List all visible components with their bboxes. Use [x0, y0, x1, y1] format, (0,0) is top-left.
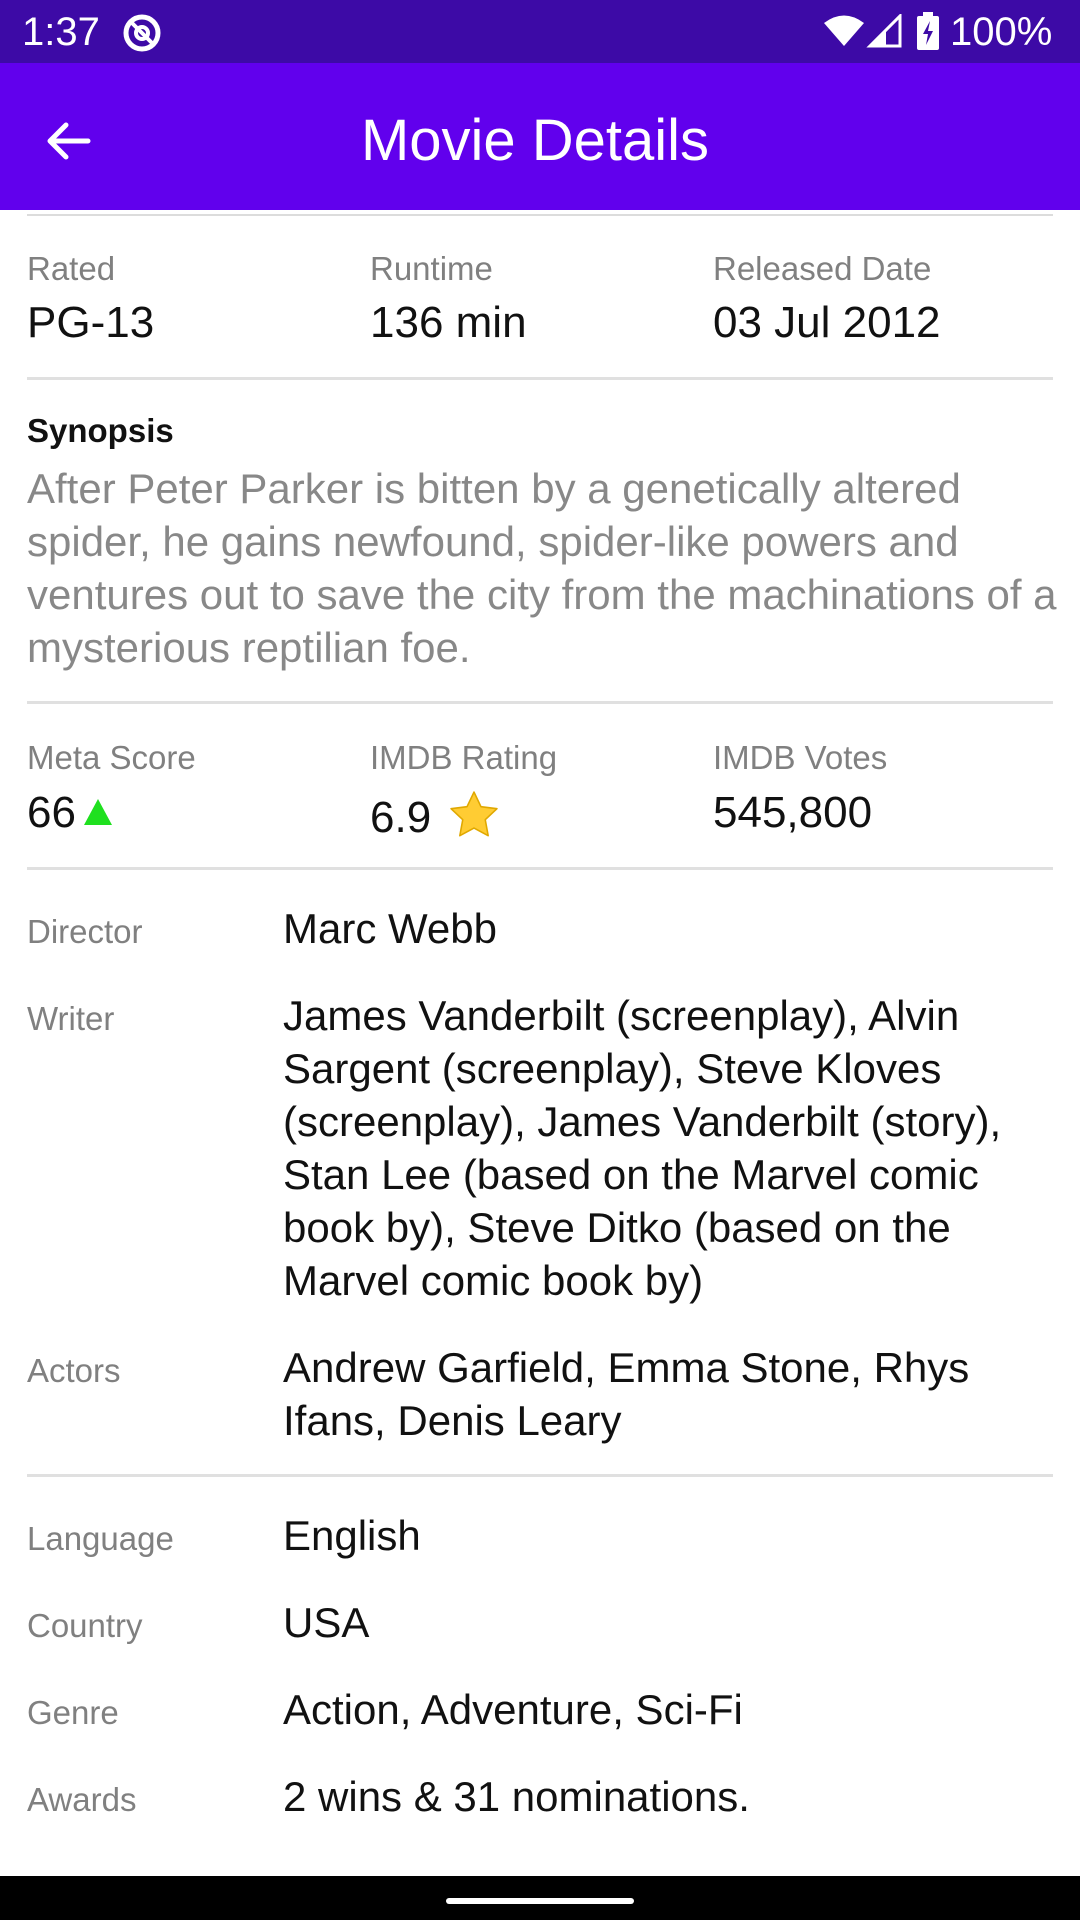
cell-signal-icon — [866, 14, 902, 48]
battery-percent: 100% — [950, 10, 1053, 54]
runtime-label: Runtime — [370, 250, 493, 287]
divider — [27, 701, 1053, 704]
imdb-votes-label: IMDB Votes — [713, 739, 888, 776]
writer-value: James Vanderbilt (screenplay), Alvin Sar… — [283, 992, 1002, 1304]
top-divider — [27, 214, 1053, 216]
do-not-disturb-icon — [123, 14, 161, 52]
imdb-rating: 6.9 — [370, 788, 501, 843]
imdb-rating-value: 6.9 — [370, 793, 432, 842]
actors-value: Andrew Garfield, Emma Stone, Rhys Ifans,… — [283, 1344, 970, 1444]
awards-value: 2 wins & 31 nominations. — [283, 1773, 750, 1820]
home-gesture-handle[interactable] — [446, 1898, 634, 1904]
awards-label: Awards — [27, 1781, 137, 1818]
divider — [27, 1474, 1053, 1477]
runtime-value: 136 min — [370, 298, 527, 347]
imdb-votes-value: 545,800 — [713, 788, 873, 837]
country-label: Country — [27, 1607, 143, 1644]
language-value: English — [283, 1512, 421, 1559]
released-date-value: 03 Jul 2012 — [713, 298, 941, 347]
released-date-label: Released Date — [713, 250, 932, 287]
battery-charging-icon — [917, 12, 939, 50]
country-value: USA — [283, 1599, 370, 1646]
divider — [27, 867, 1053, 870]
status-time: 1:37 — [22, 10, 100, 54]
actors-label: Actors — [27, 1352, 121, 1389]
app-bar: Movie Details — [0, 63, 1080, 210]
divider — [27, 377, 1053, 380]
up-triangle-icon — [83, 799, 112, 826]
meta-score: 66 — [27, 788, 112, 838]
writer-label: Writer — [27, 1000, 115, 1037]
status-bar: 1:37 100% — [0, 0, 1080, 63]
star-icon — [450, 791, 499, 837]
genre-value: Action, Adventure, Sci-Fi — [283, 1686, 743, 1733]
wifi-icon — [824, 15, 864, 46]
meta-score-label: Meta Score — [27, 739, 196, 776]
language-label: Language — [27, 1520, 174, 1557]
synopsis-title: Synopsis — [27, 412, 174, 449]
rated-label: Rated — [27, 250, 116, 287]
director-label: Director — [27, 913, 143, 950]
synopsis-text: After Peter Parker is bitten by a geneti… — [27, 465, 1057, 671]
page-title: Movie Details — [360, 108, 710, 173]
genre-label: Genre — [27, 1694, 119, 1731]
rated-value: PG-13 — [27, 298, 155, 347]
imdb-rating-label: IMDB Rating — [370, 739, 558, 776]
meta-score-value: 66 — [27, 788, 76, 837]
director-value: Marc Webb — [283, 905, 497, 952]
